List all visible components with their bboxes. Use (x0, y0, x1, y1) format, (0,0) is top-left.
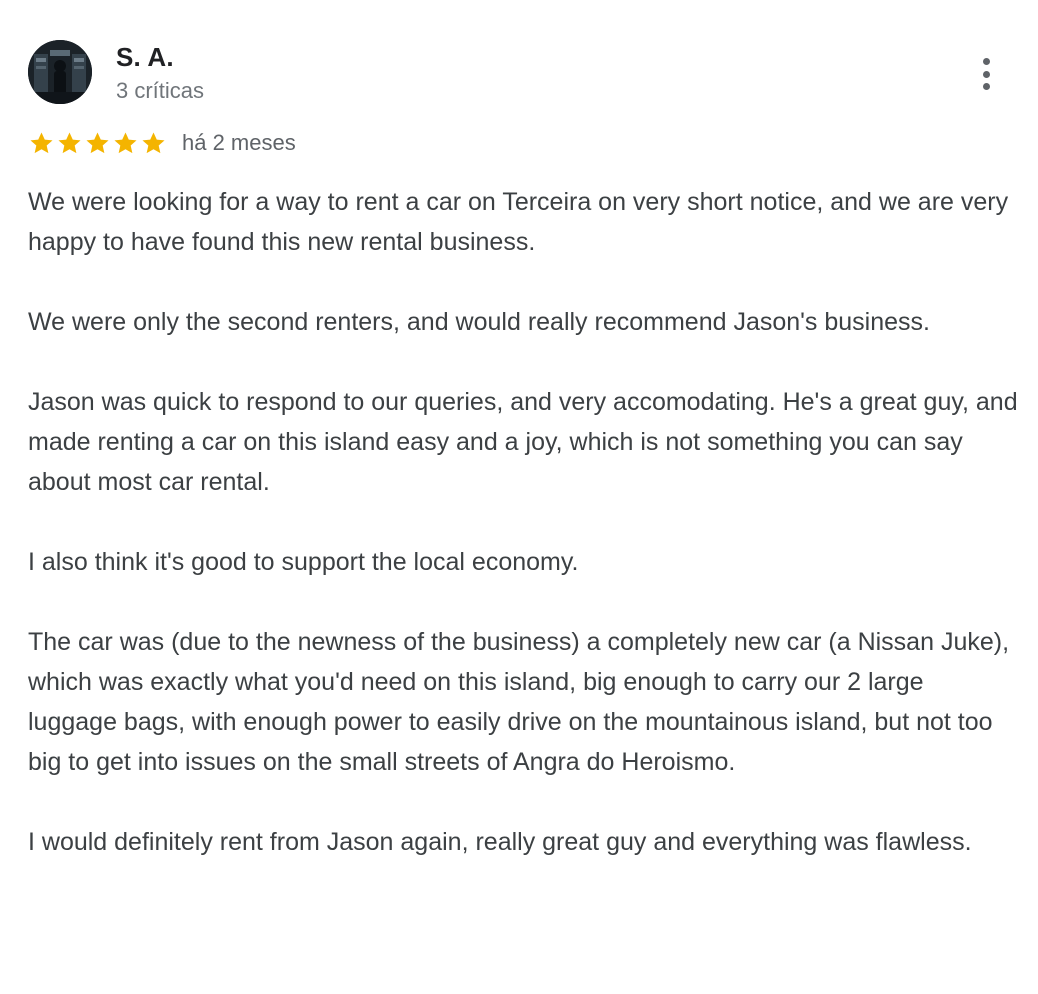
star-icon (114, 131, 137, 153)
more-options-button[interactable] (972, 54, 1000, 94)
review-paragraph: I also think it's good to support the lo… (28, 548, 579, 576)
review-text: We were looking for a way to rent a car … (28, 182, 1018, 902)
review-card: S. A. 3 críticas há 2 meses We were look… (28, 40, 1018, 856)
review-header: S. A. 3 críticas (28, 40, 1018, 106)
star-icon (30, 131, 53, 153)
author-review-count: 3 críticas (116, 78, 205, 103)
review-paragraph: Jason was quick to respond to our querie… (28, 388, 1018, 496)
star-icon (58, 131, 81, 153)
rating-row: há 2 meses (28, 128, 296, 158)
more-vert-icon-dot (982, 70, 990, 78)
review-paragraph: We were only the second renters, and wou… (28, 308, 930, 336)
star-rating (28, 130, 167, 157)
star-icon (142, 131, 165, 153)
more-vert-icon (982, 58, 990, 65)
star-icon (86, 131, 109, 153)
avatar[interactable] (28, 40, 92, 104)
review-date: há 2 meses (182, 130, 296, 155)
review-paragraph: We were looking for a way to rent a car … (28, 188, 1009, 256)
review-paragraph: I would definitely rent from Jason again… (28, 828, 972, 856)
author-name[interactable]: S. A. (116, 42, 174, 73)
review-paragraph: The car was (due to the newness of the b… (28, 628, 1010, 776)
more-vert-icon-dot (982, 83, 990, 90)
avatar-image (28, 40, 92, 104)
